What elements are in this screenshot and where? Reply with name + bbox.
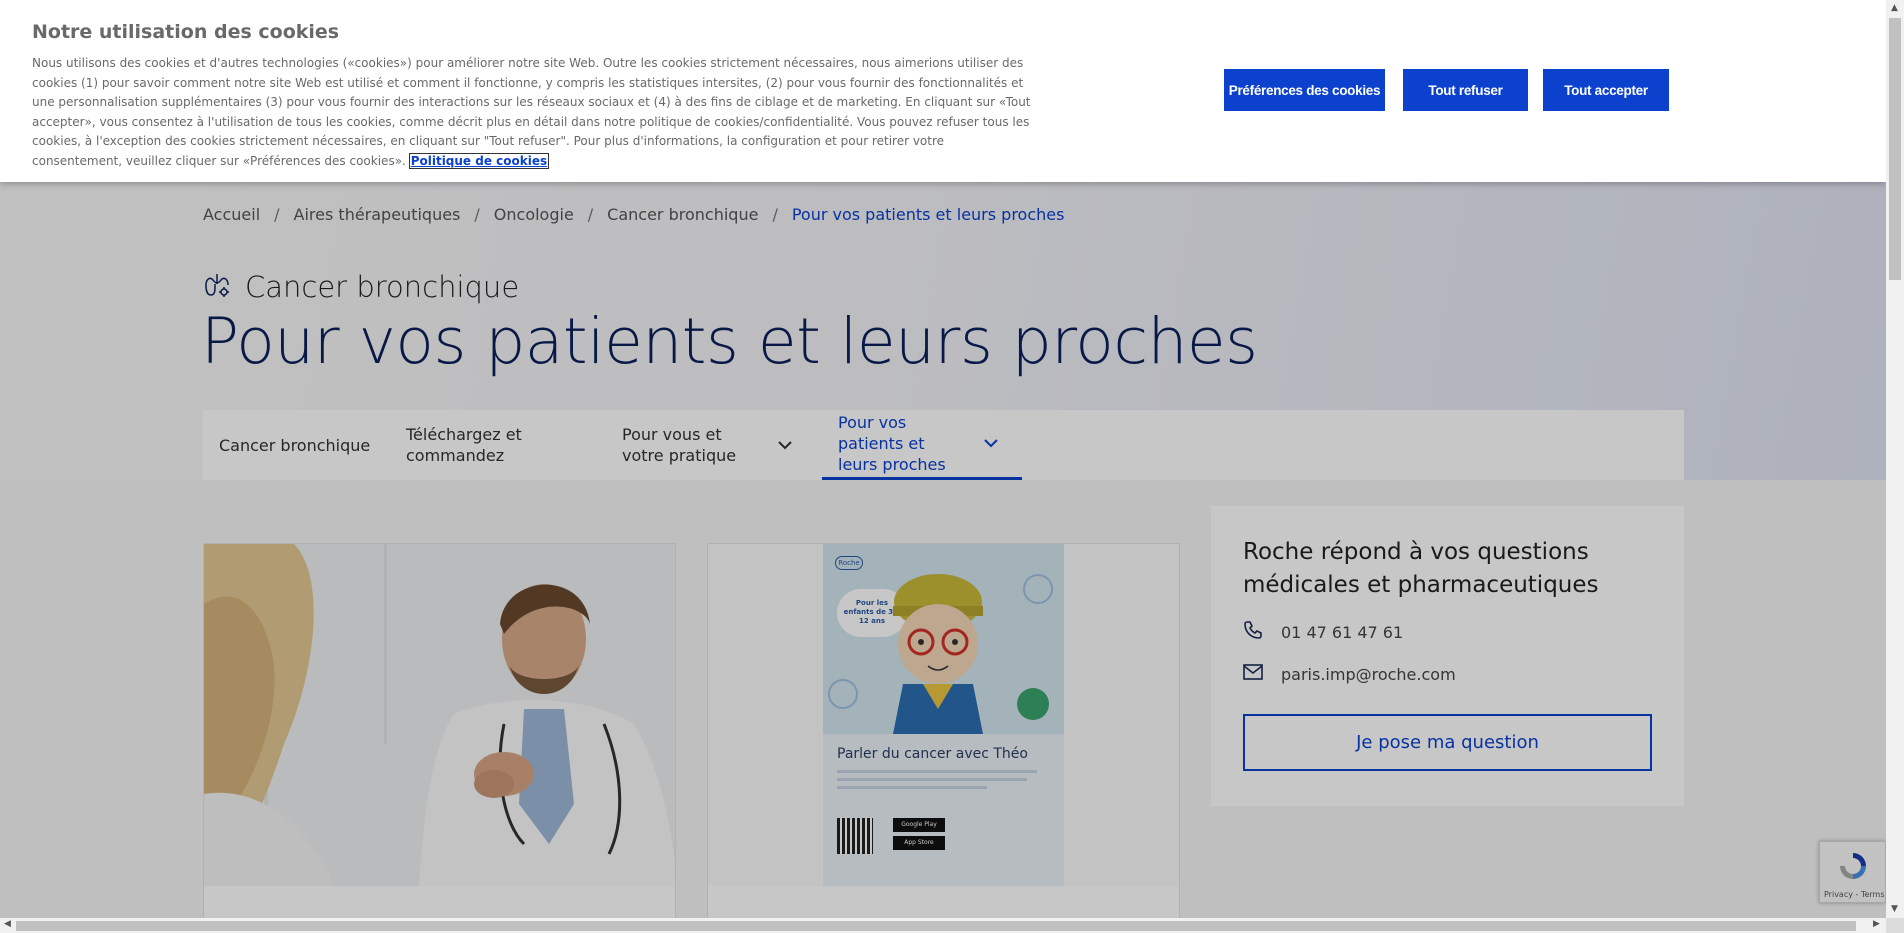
scroll-up-icon[interactable]: ▲ bbox=[1891, 3, 1898, 13]
vertical-scroll-thumb[interactable] bbox=[1889, 18, 1901, 280]
cookie-preferences-button[interactable]: Préférences des cookies bbox=[1224, 69, 1385, 111]
scroll-left-icon[interactable]: ◀ bbox=[4, 919, 11, 929]
cookie-banner-title: Notre utilisation des cookies bbox=[32, 21, 340, 43]
horizontal-scroll-thumb[interactable] bbox=[16, 921, 1856, 931]
vertical-scrollbar[interactable]: ▲ ▼ bbox=[1886, 0, 1904, 918]
reject-all-button[interactable]: Tout refuser bbox=[1403, 69, 1528, 111]
scroll-right-icon[interactable]: ▶ bbox=[1873, 919, 1880, 929]
cookie-banner-text: Nous utilisons des cookies et d'autres t… bbox=[32, 54, 1037, 172]
cookie-description: Nous utilisons des cookies et d'autres t… bbox=[32, 56, 1031, 168]
scroll-down-icon[interactable]: ▼ bbox=[1891, 904, 1898, 914]
accept-all-button[interactable]: Tout accepter bbox=[1543, 69, 1669, 111]
scrollbar-corner bbox=[1886, 918, 1904, 933]
cookie-policy-link[interactable]: Politique de cookies bbox=[408, 152, 550, 169]
cookie-banner: Notre utilisation des cookies Nous utili… bbox=[0, 0, 1886, 182]
horizontal-scrollbar[interactable]: ◀ ▶ bbox=[0, 918, 1886, 933]
